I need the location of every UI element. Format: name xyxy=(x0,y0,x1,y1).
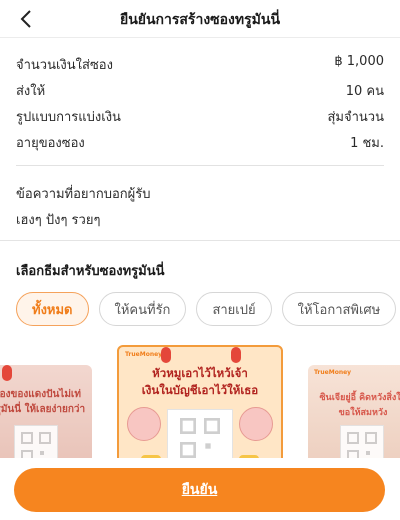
summary-row-split-mode: รูปแบบการแบ่งเงิน สุ่มจำนวน xyxy=(16,106,384,132)
summary-label: ส่งให้ xyxy=(16,84,46,99)
summary-value: 1 ชม. xyxy=(350,136,384,151)
summary-label: จำนวนเงินใส่ซอง xyxy=(16,58,113,73)
section-divider xyxy=(0,240,400,241)
chip-special-occasion[interactable]: ให้โอกาสพิเศษ xyxy=(281,292,397,326)
theme-card[interactable]: TrueMoney ซินเจียยู่อี้ คิดหวังสิ่งใดขอใ… xyxy=(308,365,400,465)
confirm-button[interactable]: ยืนยัน xyxy=(14,468,385,512)
chip-generous[interactable]: สายเปย์ xyxy=(196,292,272,326)
summary-row-expiry: อายุของซอง 1 ชม. xyxy=(16,132,384,158)
summary-list: จำนวนเงินใส่ซอง ฿ 1,000 ส่งให้ 10 คน รูป… xyxy=(16,54,384,158)
brand-logo: TrueMoney xyxy=(125,351,163,358)
summary-value: สุ่มจำนวน xyxy=(327,110,385,125)
theme-card-caption: ซินเจียยู่อี้ คิดหวังสิ่งใดขอให้สมหวัง xyxy=(319,393,400,418)
lantern-icon xyxy=(161,347,171,363)
message-label: ข้อความที่อยากบอกผู้รับ xyxy=(16,187,151,202)
lantern-icon xyxy=(2,365,12,381)
page-title: ยืนยันการสร้างซองทรูมันนี่ xyxy=(119,12,281,28)
theme-card-caption-line: เงินในบัญชีเอาไว้ให้เธอ xyxy=(141,383,259,397)
summary-value: ฿ 1,000 xyxy=(334,54,384,69)
brand-logo: TrueMoney xyxy=(314,369,352,376)
summary-row-recipients: ส่งให้ 10 คน xyxy=(16,80,384,106)
summary-label: อายุของซอง xyxy=(16,136,85,151)
theme-card-caption-line: หัวหมูเอาไว้ไหว้เจ้า xyxy=(152,366,248,380)
message-value: เฮงๆ ปังๆ รวยๆ xyxy=(16,213,101,228)
summary-row-amount: จำนวนเงินใส่ซอง ฿ 1,000 xyxy=(16,54,384,80)
header-bar: ยืนยันการสร้างซองทรูมันนี่ xyxy=(0,0,400,38)
theme-carousel[interactable]: ห้องของแดงปันไม่เท่ ทรูมันนี่ ให้เลยง่าย… xyxy=(0,345,400,465)
divider xyxy=(16,165,384,166)
theme-card-caption: ห้องของแดงปันไม่เท่ ทรูมันนี่ ให้เลยง่าย… xyxy=(0,389,86,415)
summary-value: 10 คน xyxy=(345,84,384,99)
theme-filter-chips: ทั้งหมด ให้คนที่รัก สายเปย์ ให้โอกาสพิเศ… xyxy=(16,292,397,326)
lantern-icon xyxy=(231,347,241,363)
theme-section-title: เลือกธีมสำหรับซองทรูมันนี่ xyxy=(16,264,165,279)
theme-card-caption: หัวหมูเอาไว้ไหว้เจ้า เงินในบัญชีเอาไว้ให… xyxy=(125,365,275,399)
summary-label: รูปแบบการแบ่งเงิน xyxy=(16,110,121,125)
theme-card[interactable]: ห้องของแดงปันไม่เท่ ทรูมันนี่ ให้เลยง่าย… xyxy=(0,365,92,465)
qr-code-icon xyxy=(167,409,233,465)
pig-illustration-icon xyxy=(127,407,161,441)
pig-illustration-icon xyxy=(239,407,273,441)
chip-for-loved-one[interactable]: ให้คนที่รัก xyxy=(98,292,187,326)
theme-card-selected[interactable]: TrueMoney หัวหมูเอาไว้ไหว้เจ้า เงินในบัญ… xyxy=(117,345,283,465)
chip-all[interactable]: ทั้งหมด xyxy=(16,292,89,326)
